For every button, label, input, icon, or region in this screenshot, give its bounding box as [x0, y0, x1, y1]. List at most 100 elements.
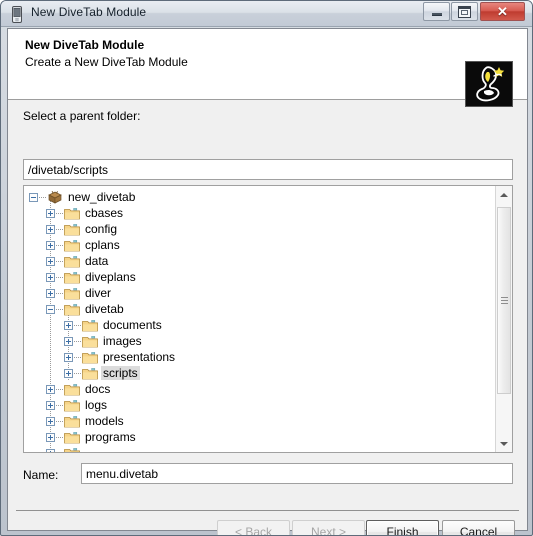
scrollbar-thumb[interactable] [497, 207, 511, 394]
tree-connector [74, 373, 81, 374]
folder-icon [64, 415, 80, 428]
folder-icon [82, 367, 98, 380]
expand-icon[interactable] [46, 257, 55, 266]
folder-icon [64, 447, 80, 452]
tree-node[interactable]: docs [24, 381, 495, 397]
tree-node-label: new_divetab [68, 190, 136, 204]
cancel-button-rest: ancel [468, 525, 498, 536]
folder-icon [64, 255, 80, 268]
package-icon [47, 190, 63, 204]
scroll-down-button[interactable] [496, 435, 512, 452]
expand-icon[interactable] [46, 273, 55, 282]
expand-icon[interactable] [46, 433, 55, 442]
tree-node[interactable]: diver [24, 285, 495, 301]
scroll-up-button[interactable] [496, 186, 512, 203]
tree-node-label: docs [85, 382, 111, 396]
maximize-icon [452, 3, 477, 20]
folder-icon [64, 271, 80, 284]
minimize-icon [424, 3, 449, 20]
button-bar: < Back Next > Finish Cancel [8, 520, 527, 536]
tree-node[interactable]: programs [24, 429, 495, 445]
dialog-window: New DiveTab Module ✕ New DiveTab Module … [0, 0, 533, 536]
tree-node-label: programs [85, 430, 136, 444]
parent-folder-label: Select a parent folder: [23, 109, 141, 123]
folder-icon [64, 287, 80, 300]
tree-node[interactable] [24, 445, 495, 452]
tree-node-label: presentations [103, 350, 176, 364]
tree-connector [56, 277, 63, 278]
tree-node[interactable]: data [24, 253, 495, 269]
tree-connector [56, 405, 63, 406]
minimize-button[interactable] [423, 2, 450, 21]
tree-connector [74, 357, 81, 358]
folder-icon [64, 207, 80, 220]
tree-vertical-scrollbar[interactable] [495, 186, 512, 452]
tree-node[interactable]: diveplans [24, 269, 495, 285]
folder-icon [64, 399, 80, 412]
chevron-up-icon [500, 192, 508, 197]
folder-icon [64, 223, 80, 236]
expand-icon[interactable] [46, 241, 55, 250]
tree-node[interactable]: documents [24, 317, 495, 333]
scrollbar-grip-icon [501, 296, 508, 305]
tree-connector [56, 229, 63, 230]
folder-tree-panel[interactable]: new_divetabcbases config cplans data divepla… [23, 185, 513, 453]
tree-node[interactable]: logs [24, 397, 495, 413]
collapse-icon[interactable] [46, 305, 55, 314]
tree-connector [39, 197, 46, 198]
tree-node[interactable]: divetab [24, 301, 495, 317]
tree-node[interactable]: new_divetab [24, 189, 495, 205]
expand-icon[interactable] [46, 385, 55, 394]
tree-node[interactable]: scripts [24, 365, 495, 381]
expand-icon[interactable] [64, 369, 73, 378]
chevron-down-icon [500, 441, 508, 446]
name-input[interactable]: menu.divetab [81, 463, 513, 484]
tree-node-label: divetab [85, 302, 124, 316]
tree-node-label: cbases [85, 206, 124, 220]
wizard-body: Select a parent folder: /divetab/scripts… [8, 100, 527, 535]
expand-icon[interactable] [64, 321, 73, 330]
header-title: New DiveTab Module [25, 38, 145, 52]
folder-tree[interactable]: new_divetabcbases config cplans data divepla… [24, 186, 495, 452]
name-value: menu.divetab [86, 466, 159, 481]
tree-node-label: diveplans [85, 270, 136, 284]
tree-node[interactable]: cplans [24, 237, 495, 253]
folder-icon [64, 383, 80, 396]
tree-node[interactable]: images [24, 333, 495, 349]
parent-path-input[interactable]: /divetab/scripts [23, 159, 513, 180]
folder-icon [64, 239, 80, 252]
dialog-client: New DiveTab Module Create a New DiveTab … [7, 28, 528, 535]
tree-node[interactable]: config [24, 221, 495, 237]
name-label: Name: [23, 468, 59, 482]
tree-node[interactable]: cbases [24, 205, 495, 221]
finish-button[interactable]: Finish [366, 520, 439, 536]
tree-node-label: documents [103, 318, 162, 332]
cancel-button-label: Cancel [460, 525, 498, 536]
expand-icon[interactable] [64, 353, 73, 362]
close-button[interactable]: ✕ [480, 2, 525, 21]
next-button[interactable]: Next > [292, 520, 365, 535]
tree-connector [56, 213, 63, 214]
expand-icon[interactable] [46, 289, 55, 298]
expand-icon[interactable] [64, 337, 73, 346]
tree-connector [56, 293, 63, 294]
folder-icon [64, 303, 80, 316]
title-bar: New DiveTab Module ✕ [1, 1, 532, 27]
parent-path-value: /divetab/scripts [28, 162, 109, 177]
back-button-label: < Back [234, 525, 273, 536]
cancel-button[interactable]: Cancel [442, 520, 515, 536]
device-icon [10, 6, 24, 23]
collapse-icon[interactable] [29, 193, 38, 202]
expand-icon[interactable] [46, 401, 55, 410]
tree-node[interactable]: presentations [24, 349, 495, 365]
tree-connector [74, 325, 81, 326]
finish-button-rest: inish [393, 525, 419, 536]
tree-connector [56, 309, 63, 310]
expand-icon[interactable] [46, 417, 55, 426]
expand-icon[interactable] [46, 449, 55, 452]
expand-icon[interactable] [46, 225, 55, 234]
tree-node[interactable]: models [24, 413, 495, 429]
maximize-button[interactable] [451, 2, 478, 21]
back-button[interactable]: < Back [217, 520, 290, 536]
expand-icon[interactable] [46, 209, 55, 218]
